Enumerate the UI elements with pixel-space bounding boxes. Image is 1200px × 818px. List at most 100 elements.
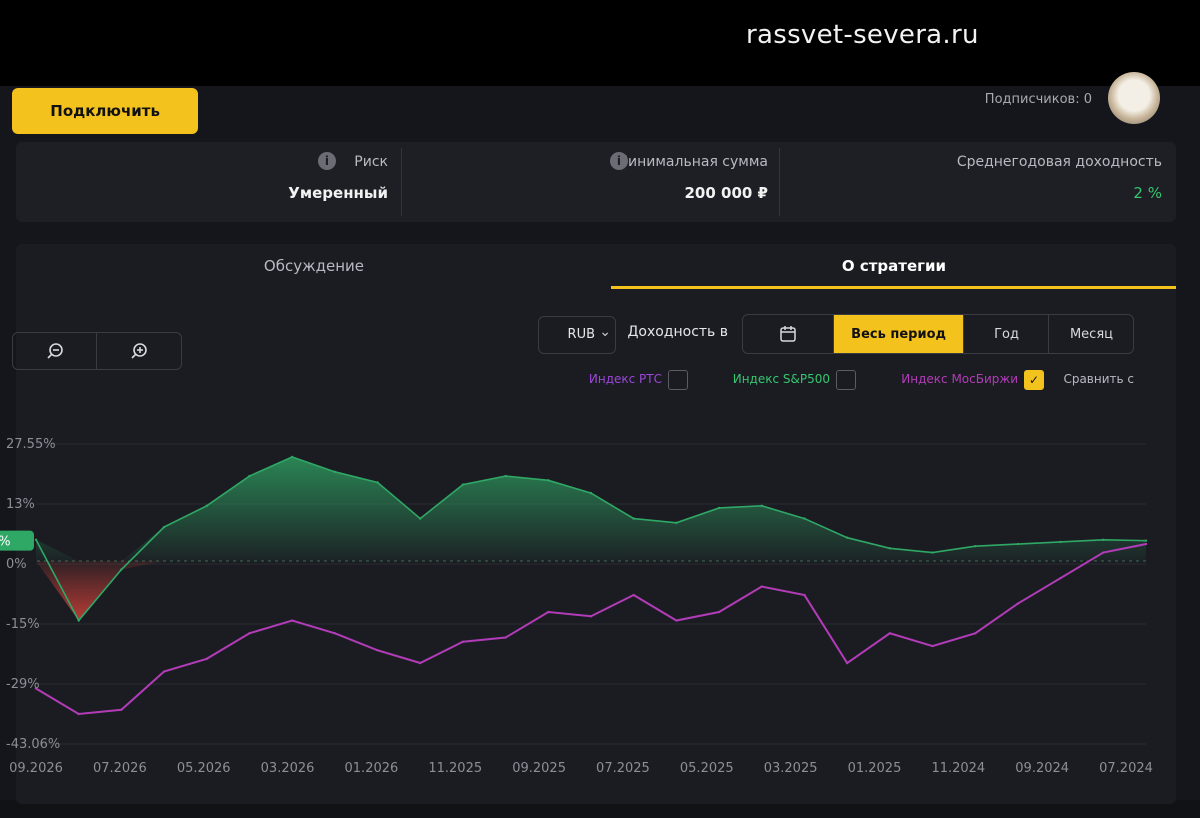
y-tick-label: -15% — [6, 617, 40, 632]
index-point — [248, 632, 251, 635]
currency-value: RUB — [567, 327, 595, 342]
x-tick-label: 11.2024 — [931, 761, 985, 776]
index-point — [376, 649, 379, 652]
avatar[interactable] — [1108, 72, 1160, 124]
avg-yield-label: Среднегодовая доходность — [956, 154, 1162, 170]
tab-about[interactable]: О стратегии — [611, 244, 1176, 288]
y-tick-label: 13% — [6, 497, 35, 512]
index-point — [632, 593, 635, 597]
index-point — [290, 619, 294, 622]
strategy-point — [77, 619, 80, 622]
subscribe-button[interactable]: Подключить — [12, 88, 198, 134]
stat-risk: Риск i Умеренный — [28, 142, 388, 222]
strategy-area-negative — [36, 561, 1146, 621]
index-point — [547, 610, 550, 614]
strategy-point — [205, 504, 208, 508]
x-tick-label: 07.2024 — [1099, 761, 1153, 776]
calendar-button[interactable] — [743, 315, 833, 353]
tab-discussion[interactable]: Обсуждение — [16, 244, 611, 288]
x-tick-label: 09.2024 — [1015, 761, 1069, 776]
subscribers-count: Подписчиков: 0 — [984, 92, 1092, 107]
y-tick-label: 0% — [6, 557, 27, 572]
x-tick-label: 01.2026 — [345, 761, 399, 776]
x-tick-label: 03.2025 — [764, 761, 818, 776]
index-moex-line — [35, 543, 1147, 716]
strategy-point — [717, 506, 721, 510]
period-month-button[interactable]: Месяц — [1048, 315, 1133, 353]
index-point — [120, 708, 123, 711]
strategy-point — [1016, 542, 1020, 546]
compare-moex-checkbox[interactable]: ✓ — [1024, 370, 1044, 390]
strategy-point — [589, 491, 593, 495]
strategy-point — [760, 504, 763, 508]
strategy-point — [1059, 540, 1062, 544]
compare-sp500-label: Индекс S&P500 — [732, 372, 830, 386]
strategy-point — [34, 538, 38, 542]
stat-avg-yield: Среднегодовая доходность 2 % — [779, 142, 1176, 222]
yield-chart-svg[interactable]: 27.55% 13% 0% -15% -29% -43.06% 07.2024 09.2024… — [0, 394, 1176, 814]
zoom-in-button[interactable] — [96, 333, 181, 369]
current-value-label: 4.80% — [0, 535, 11, 550]
index-point — [760, 585, 763, 588]
strategy-point — [888, 547, 892, 550]
x-tick-label: 07.2025 — [596, 761, 650, 776]
compare-rts-label: Индекс РТС — [588, 372, 662, 386]
strategy-point — [333, 470, 337, 474]
strategy-point — [461, 483, 465, 486]
x-tick-label: 01.2025 — [848, 761, 902, 776]
zoom-in-icon — [131, 343, 148, 359]
index-point — [419, 661, 422, 665]
strategy-point — [290, 455, 294, 459]
strategy-point — [419, 517, 422, 520]
x-tick-label: 11.2025 — [428, 761, 482, 776]
index-point — [675, 619, 678, 622]
top-bar: rassvet-severa.ru — [0, 0, 1200, 86]
index-point — [717, 610, 721, 614]
strategy-point — [803, 517, 806, 520]
index-point — [888, 632, 892, 635]
x-tick-label: 03.2026 — [261, 761, 315, 776]
strategy-point — [248, 474, 251, 478]
zoom-out-button[interactable] — [13, 333, 97, 369]
chevron-down-icon: ⌄ — [599, 324, 611, 340]
compare-rts-checkbox[interactable] — [668, 370, 688, 390]
x-tick-label: 09.2026 — [9, 761, 63, 776]
yield-chart[interactable]: 27.55% 13% 0% -15% -29% -43.06% 07.2024 09.2024… — [0, 394, 1176, 814]
strategy-point — [845, 536, 849, 539]
index-point — [845, 661, 849, 665]
compare-row: Сравнить с ✓ Индекс МосБиржи Индекс S&P5… — [534, 368, 1134, 392]
y-tick-label: 27.55% — [6, 437, 56, 452]
strategy-point — [504, 474, 507, 478]
index-point — [974, 632, 977, 635]
site-domain: rassvet-severa.ru — [746, 20, 979, 50]
info-icon[interactable]: i — [318, 152, 336, 170]
avg-yield-value: 2 % — [1133, 184, 1162, 202]
period-selector: Месяц Год Весь период — [742, 314, 1134, 354]
period-all-button[interactable]: Весь период — [832, 315, 964, 353]
index-point — [504, 636, 507, 639]
calendar-icon — [780, 326, 796, 342]
index-point — [589, 615, 593, 618]
index-point — [803, 593, 806, 597]
period-year-button[interactable]: Год — [963, 315, 1049, 353]
x-tick-label: 05.2025 — [680, 761, 734, 776]
index-point — [1144, 542, 1148, 546]
min-sum-value: 200 000 ₽ — [684, 184, 768, 202]
index-point — [205, 657, 208, 660]
index-point — [461, 640, 465, 643]
strategy-page: Подписчиков: 0 Подключить Среднегодовая … — [0, 72, 1200, 804]
risk-label: Риск — [354, 154, 388, 170]
info-icon[interactable]: i — [610, 152, 628, 170]
index-point — [1016, 602, 1020, 605]
strategy-point — [974, 544, 977, 548]
currency-select[interactable]: RUB ⌄ — [538, 316, 616, 354]
min-sum-label: Минимальная сумма — [615, 154, 768, 170]
compare-sp500-checkbox[interactable] — [836, 370, 856, 390]
y-tick-label: -29% — [6, 677, 40, 692]
index-point — [162, 670, 166, 673]
strategy-point — [1102, 538, 1105, 542]
risk-value: Умеренный — [288, 184, 388, 202]
stat-min-sum: Минимальная сумма i 200 000 ₽ — [392, 142, 768, 222]
strategy-point — [632, 517, 635, 520]
strategy-point — [931, 551, 934, 554]
